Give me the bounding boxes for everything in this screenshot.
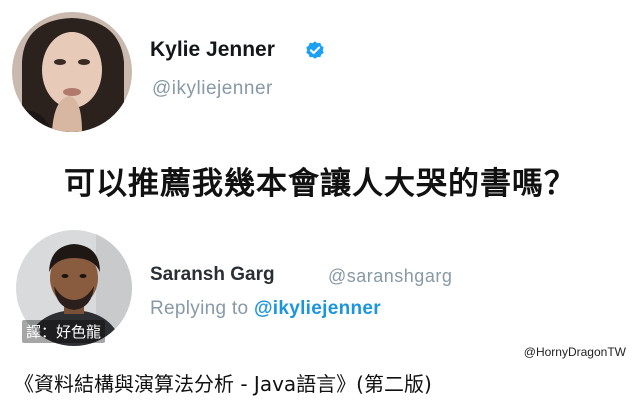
kylie-avatar[interactable] [12,12,132,132]
replying-to-label: Replying to [150,298,249,319]
tweet-text: 可以推薦我幾本會讓人大哭的書嗎？ [64,166,576,202]
tweet-author-name[interactable]: Kylie Jenner [150,38,275,62]
reply-author-name[interactable]: Saransh Garg [150,264,275,286]
replying-to-mention-link[interactable]: @ikyliejenner [254,298,381,319]
watermark: @HornyDragonTW [523,345,626,359]
reply-text: 《資料結構與演算法分析 - Java語言》(第二版) [14,372,432,396]
replying-to-line: Replying to @ikyliejenner [150,298,381,320]
verified-badge-icon [306,41,324,59]
tweet-author-handle[interactable]: @ikyliejenner [152,78,273,100]
translator-credit: 譯：好色龍 [22,320,106,343]
reply-author-handle[interactable]: @saranshgarg [328,266,452,287]
